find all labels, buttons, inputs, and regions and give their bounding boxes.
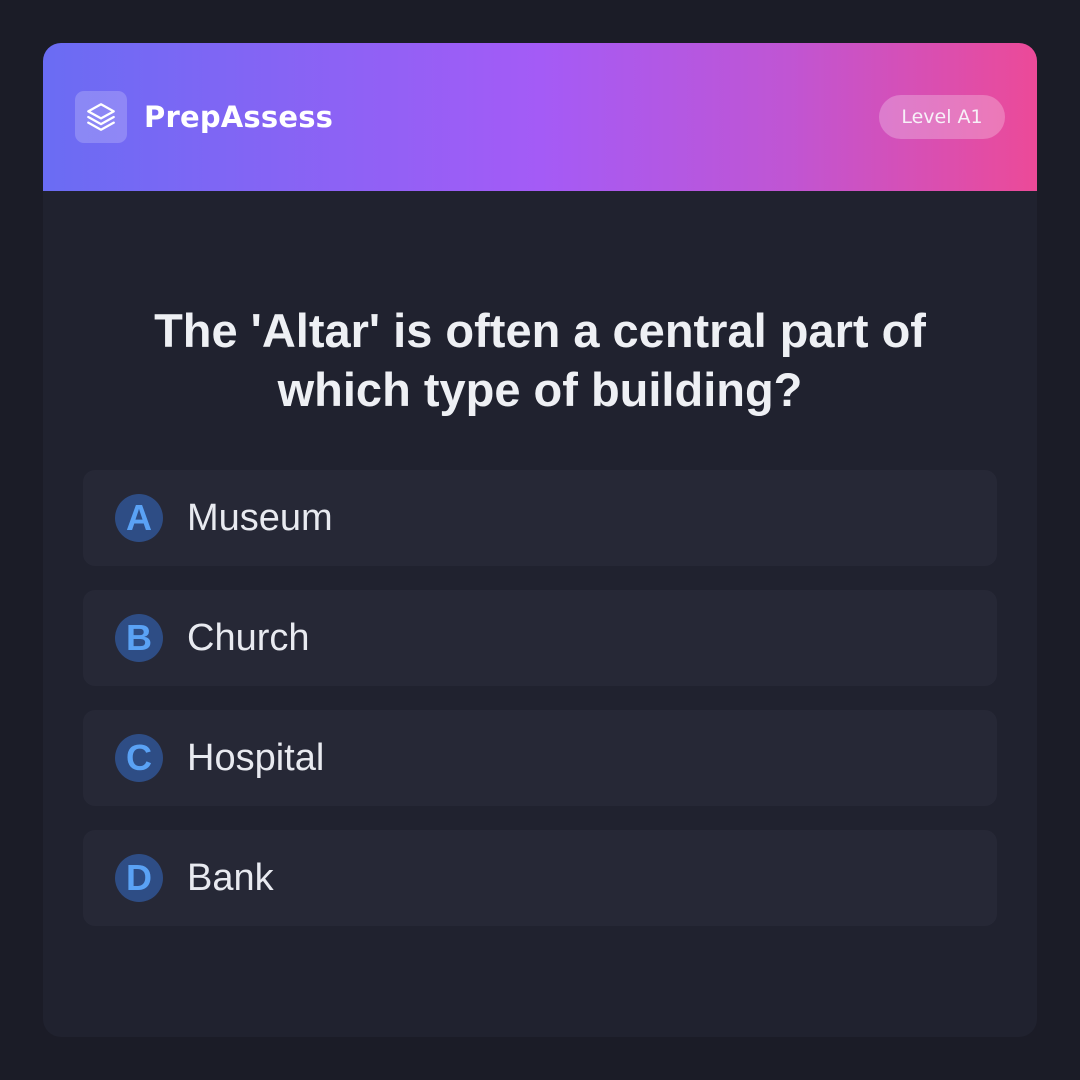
level-badge: Level A1 bbox=[879, 95, 1005, 139]
answer-option-c[interactable]: C Hospital bbox=[83, 710, 997, 806]
option-letter-badge: A bbox=[115, 494, 163, 542]
question-text: The 'Altar' is often a central part of w… bbox=[154, 304, 926, 416]
option-label: Bank bbox=[187, 857, 274, 899]
layers-icon bbox=[75, 91, 127, 143]
quiz-card: PrepAssess Level A1 The 'Altar' is often… bbox=[43, 43, 1037, 1037]
option-letter-badge: B bbox=[115, 614, 163, 662]
answer-option-a[interactable]: A Museum bbox=[83, 470, 997, 566]
option-label: Museum bbox=[187, 497, 333, 539]
answer-option-b[interactable]: B Church bbox=[83, 590, 997, 686]
quiz-header: PrepAssess Level A1 bbox=[43, 43, 1037, 191]
option-label: Hospital bbox=[187, 737, 325, 779]
option-label: Church bbox=[187, 617, 310, 659]
brand-name: PrepAssess bbox=[144, 100, 334, 134]
option-letter-badge: D bbox=[115, 854, 163, 902]
option-letter-badge: C bbox=[115, 734, 163, 782]
answer-options: A Museum B Church C Hospital D Bank bbox=[83, 470, 997, 950]
answer-option-d[interactable]: D Bank bbox=[83, 830, 997, 926]
